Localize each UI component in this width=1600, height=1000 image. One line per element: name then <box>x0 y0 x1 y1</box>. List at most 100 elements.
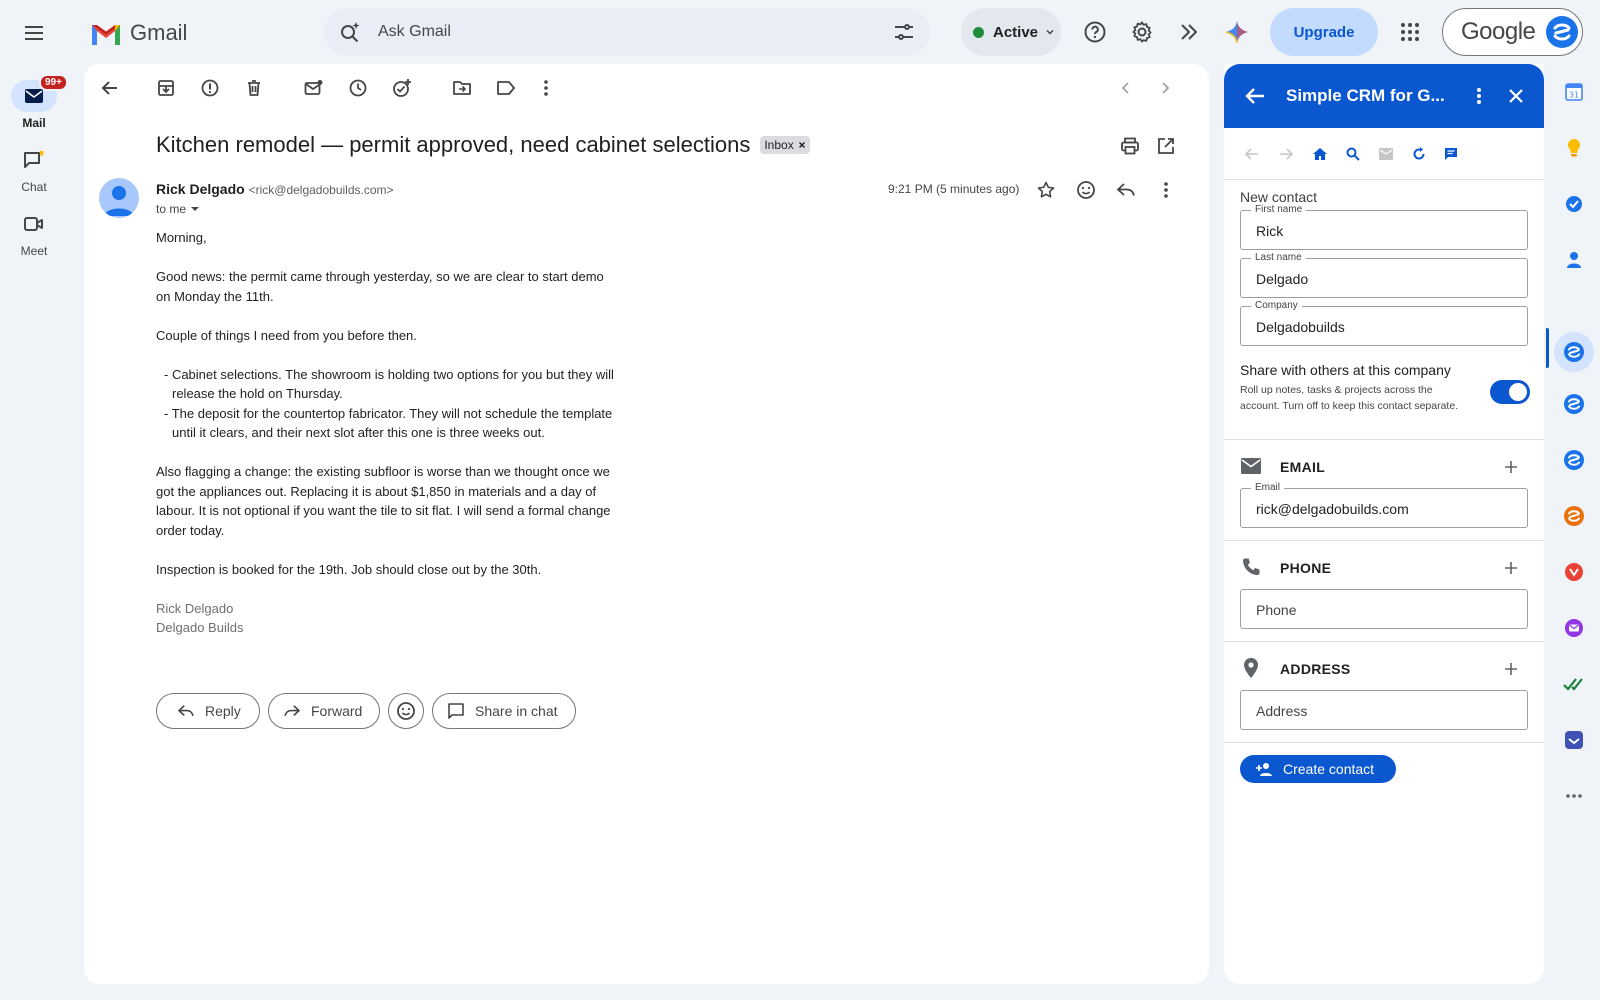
labels-button[interactable] <box>490 72 522 104</box>
help-icon <box>1084 21 1106 43</box>
nav-forward-icon[interactable] <box>1278 147 1294 161</box>
sender-email: <rick@delgadobuilds.com> <box>248 183 394 197</box>
purple-addon[interactable] <box>1552 612 1596 644</box>
more-vert-icon[interactable] <box>1476 87 1482 105</box>
react-emoji-button[interactable] <box>388 693 424 729</box>
settings-button[interactable] <box>1124 14 1160 50</box>
address-field[interactable]: Address <box>1240 690 1528 730</box>
last-name-value: Delgado <box>1256 271 1309 287</box>
rail-mail[interactable]: 99+ Mail <box>0 74 68 130</box>
first-name-field[interactable]: First name Rick <box>1240 204 1528 250</box>
rail-chat[interactable]: Chat <box>0 144 68 194</box>
mail-icon[interactable] <box>1378 147 1394 161</box>
close-icon[interactable] <box>1508 88 1524 104</box>
main-menu-button[interactable] <box>18 17 50 49</box>
tasks-addon[interactable] <box>1552 188 1596 220</box>
extensions-button[interactable] <box>1171 14 1207 50</box>
email-bullet: - The deposit for the countertop fabrica… <box>164 405 613 441</box>
help-button[interactable] <box>1077 14 1113 50</box>
share-in-chat-button[interactable]: Share in chat <box>432 693 576 729</box>
more-actions-button[interactable] <box>530 72 562 104</box>
reply-icon-button[interactable] <box>1110 174 1142 206</box>
sender-avatar[interactable] <box>99 178 139 218</box>
account-avatar-icon <box>1546 16 1579 48</box>
archive-button[interactable] <box>150 72 182 104</box>
upgrade-button[interactable]: Upgrade <box>1270 8 1378 56</box>
report-spam-button[interactable] <box>194 72 226 104</box>
older-email-button[interactable] <box>1149 72 1181 104</box>
open-new-window-button[interactable] <box>1150 130 1182 162</box>
mark-unread-icon <box>304 80 323 95</box>
message-more-button[interactable] <box>1150 174 1182 206</box>
company-label: Company <box>1251 300 1302 311</box>
email-field-label: Email <box>1251 482 1285 493</box>
gmail-logo[interactable]: Gmail <box>90 16 187 50</box>
email-field[interactable]: Email rick@delgadobuilds.com <box>1240 482 1528 528</box>
arrow-left-icon[interactable] <box>1244 86 1266 106</box>
add-phone-icon[interactable] <box>1504 561 1518 575</box>
more-vert-icon <box>1164 182 1168 198</box>
snooze-button[interactable] <box>342 72 374 104</box>
account-button[interactable]: Google <box>1442 8 1583 56</box>
unread-badge: 99+ <box>39 74 68 91</box>
apps-launcher-button[interactable] <box>1392 14 1428 50</box>
reply-icon <box>1116 183 1135 196</box>
svg-text:31: 31 <box>1569 91 1579 100</box>
calendar-addon[interactable]: 31 <box>1552 76 1596 108</box>
search-sparkle-icon <box>341 22 360 43</box>
add-address-icon[interactable] <box>1504 662 1518 676</box>
crm-addon-3[interactable] <box>1552 444 1596 476</box>
keep-addon[interactable] <box>1552 132 1596 164</box>
more-addons-button[interactable] <box>1552 780 1596 812</box>
print-icon <box>1121 137 1139 155</box>
share-setting-description: Roll up notes, tasks & projects across t… <box>1240 384 1459 412</box>
simple-crm-addon-active[interactable] <box>1554 332 1594 372</box>
red-addon[interactable] <box>1552 556 1596 588</box>
sender-name[interactable]: Rick Delgado <box>156 181 245 197</box>
add-to-tasks-button[interactable] <box>386 72 418 104</box>
search-icon[interactable] <box>1346 147 1360 161</box>
rail-meet-label: Meet <box>20 244 48 258</box>
move-to-button[interactable] <box>446 72 478 104</box>
meet-nav-icon-wrap <box>11 208 57 240</box>
inbox-label-chip[interactable]: Inbox <box>760 136 810 154</box>
contacts-addon[interactable] <box>1552 244 1596 276</box>
search-input[interactable]: Ask Gmail <box>378 23 451 41</box>
status-selector[interactable]: Active <box>961 8 1061 56</box>
add-reaction-button[interactable] <box>1070 174 1102 206</box>
share-toggle[interactable] <box>1490 380 1530 404</box>
company-field[interactable]: Company Delgadobuilds <box>1240 300 1528 346</box>
gemini-button[interactable] <box>1219 14 1255 50</box>
orange-addon[interactable] <box>1552 500 1596 532</box>
green-check-addon[interactable] <box>1552 668 1596 700</box>
home-icon[interactable] <box>1312 147 1328 161</box>
refresh-icon[interactable] <box>1412 146 1426 161</box>
reply-button[interactable]: Reply <box>156 693 260 729</box>
back-to-inbox-button[interactable] <box>94 72 126 104</box>
hamburger-icon <box>25 26 43 40</box>
print-all-button[interactable] <box>1114 130 1146 162</box>
gmail-wordmark: Gmail <box>130 20 188 45</box>
mark-unread-button[interactable] <box>298 72 330 104</box>
last-name-field[interactable]: Last name Delgado <box>1240 252 1528 298</box>
forward-button[interactable]: Forward <box>268 693 380 729</box>
newer-email-button[interactable] <box>1110 72 1142 104</box>
section-divider <box>1224 742 1544 743</box>
crm-addon-2[interactable] <box>1552 388 1596 420</box>
nav-back-icon[interactable] <box>1244 147 1260 161</box>
star-button[interactable] <box>1030 174 1062 206</box>
create-contact-button[interactable]: Create contact <box>1240 755 1396 783</box>
mail-icon <box>25 89 43 103</box>
recipient-details-toggle[interactable]: to me <box>156 202 200 216</box>
crm-nav-bar <box>1224 128 1544 180</box>
red-addon-icon <box>1565 563 1583 581</box>
indigo-addon[interactable] <box>1552 724 1596 756</box>
add-email-icon[interactable] <box>1504 460 1518 474</box>
search-bar[interactable]: Ask Gmail <box>324 8 930 56</box>
phone-field[interactable]: Phone <box>1240 589 1528 629</box>
delete-button[interactable] <box>238 72 270 104</box>
spam-icon <box>201 79 219 97</box>
person-add-icon <box>1256 763 1272 776</box>
comment-icon[interactable] <box>1444 147 1458 161</box>
rail-meet[interactable]: Meet <box>0 208 68 258</box>
